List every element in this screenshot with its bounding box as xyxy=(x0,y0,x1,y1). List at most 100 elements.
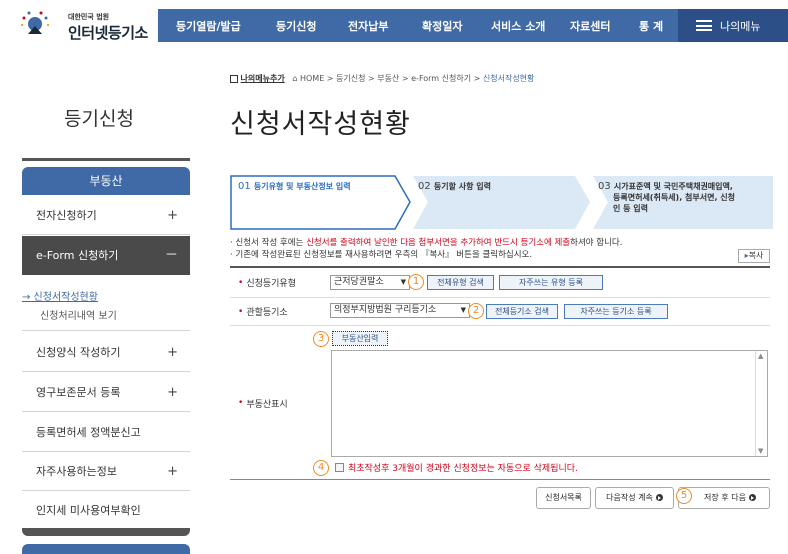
gnb-item-view[interactable]: 등기열람/발급 xyxy=(176,18,241,34)
marker-4: 4 xyxy=(313,460,329,476)
registration-type-select[interactable]: 근저당권말소 ▼ xyxy=(330,275,410,290)
step-2: 02 등기할 사항 입력 xyxy=(418,181,491,236)
application-list-button[interactable]: 신청서목록 xyxy=(536,487,591,509)
notice-line-2: · 기존에 작성완료된 신청정보를 재사용하려면 우측의 『복사』 버튼을 클릭… xyxy=(230,250,533,260)
scroll-down-icon: ▼ xyxy=(758,447,764,455)
form-label: • 관할등기소 xyxy=(230,298,325,325)
plus-icon: + xyxy=(167,208,178,223)
step-number: 03 xyxy=(598,181,611,192)
sidebar-item-form[interactable]: 신청양식 작성하기 + xyxy=(22,333,190,372)
gnb-item-date[interactable]: 확정일자 xyxy=(422,18,462,34)
gnb-item-stats[interactable]: 통 계 xyxy=(639,18,663,34)
my-menu-button[interactable]: 나의메뉴 xyxy=(678,9,788,42)
select-value: 의정부지방법원 구리등기소 xyxy=(334,305,437,315)
step-number: 01 xyxy=(238,181,251,192)
sidebar-divider xyxy=(22,158,190,161)
type-label: 신청등기유형 xyxy=(246,279,296,289)
logo-subtitle: 대한민국 법원 xyxy=(68,13,110,21)
sidebar-item-label: 신청양식 작성하기 xyxy=(36,346,121,359)
sidebar-bottom-bar xyxy=(22,528,190,536)
property-input-button[interactable]: 부동산입력 xyxy=(332,331,388,346)
my-menu-label: 나의메뉴 xyxy=(720,20,761,33)
property-textarea[interactable]: ▲ ▼ xyxy=(331,350,768,457)
notice-text: · 신청서 작성 후에는 xyxy=(230,238,307,248)
sidebar-sub-history[interactable]: 신청처리내역 보기 xyxy=(40,307,117,322)
sidebar-item-label: 영구보존문서 등록 xyxy=(36,386,121,399)
sidebar-title: 등기신청 xyxy=(64,108,134,130)
select-value: 근저당권말소 xyxy=(334,277,384,287)
office-label: 관할등기소 xyxy=(246,308,288,318)
auto-delete-checkbox[interactable] xyxy=(335,463,344,472)
property-label: 부동산표시 xyxy=(246,399,288,410)
copy-button[interactable]: ▸복사 xyxy=(738,249,770,263)
step-text: 인 등 입력 xyxy=(613,204,649,213)
add-favorite-link[interactable]: 나의메뉴추가 xyxy=(241,74,285,83)
form-label: • 부동산표시 xyxy=(230,326,325,480)
gnb-item-service[interactable]: 서비스 소개 xyxy=(491,18,545,34)
sidebar-submenu: → 신청서작성현황 신청처리내역 보기 xyxy=(22,276,190,331)
button-label: 다음작성 계속 xyxy=(606,493,653,502)
gnb-item-apply[interactable]: 등기신청 xyxy=(276,18,316,34)
sidebar-item-frequent[interactable]: 자주사용하는정보 + xyxy=(22,452,190,491)
sidebar-item-stamp-tax[interactable]: 인지세 미사용여부확인 xyxy=(22,491,190,530)
save-next-button[interactable]: 저장 후 다음 xyxy=(678,487,770,509)
type-search-button[interactable]: 전체유형 검색 xyxy=(427,275,494,290)
sidebar-item-label: e-Form 신청하기 xyxy=(36,249,119,262)
breadcrumb-current: 신청서작성현황 xyxy=(482,74,535,83)
breadcrumb-path: HOME > 등기신청 > 부동산 > e-Form 신청하기 > xyxy=(299,74,483,83)
step-text: 등록면허세(취득세), 첨부서면, 신청 xyxy=(613,193,735,202)
type-favorite-button[interactable]: 자주쓰는 유형 등록 xyxy=(499,275,603,290)
dropdown-arrow-icon: ▼ xyxy=(400,278,406,286)
step-text: 시가표준액 및 국민주택채권매입액, xyxy=(613,182,733,191)
scrollbar[interactable]: ▲ ▼ xyxy=(755,351,767,456)
site-logo[interactable]: 대한민국 법원 인터넷등기소 xyxy=(8,4,148,44)
office-favorite-button[interactable]: 자주쓰는 등기소 등록 xyxy=(564,304,668,319)
go-arrow-icon xyxy=(655,494,663,501)
marker-3: 3 xyxy=(313,331,329,347)
sidebar-item-label: 자주사용하는정보 xyxy=(36,465,117,478)
notice-text: 하셔야 합니다. xyxy=(570,238,623,248)
step-text: 등기할 사항 입력 xyxy=(433,182,492,191)
registry-office-select[interactable]: 의정부지방법원 구리등기소 ▼ xyxy=(330,303,470,318)
copy-label: 복사 xyxy=(748,251,764,260)
notice-highlight: 신청서를 출력하여 날인한 다음 첨부서면을 추가하여 반드시 등기소에 제출 xyxy=(306,238,571,248)
page-title: 신청서작성현황 xyxy=(230,109,411,140)
sidebar-section-head[interactable]: 부동산 xyxy=(22,167,190,195)
sidebar-item-license-tax[interactable]: 등록면허세 정액분신고 xyxy=(22,413,190,452)
sidebar-item-label: 전자신청하기 xyxy=(36,209,97,222)
sidebar-item-label: 인지세 미사용여부확인 xyxy=(36,504,141,517)
step-1: 01 등기유형 및 부동산정보 입력 xyxy=(238,181,351,236)
home-icon: ⌂ xyxy=(292,74,298,83)
marker-1: 1 xyxy=(408,274,424,290)
continue-later-button[interactable]: 다음작성 계속 xyxy=(595,487,674,509)
gnb-item-payment[interactable]: 전자납부 xyxy=(348,18,388,34)
button-label: 저장 후 다음 xyxy=(704,493,746,502)
notice-line-1: · 신청서 작성 후에는 신청서를 출력하여 날인한 다음 첨부서면을 추가하여… xyxy=(230,236,622,248)
step-indicator: 01 등기유형 및 부동산정보 입력 02 등기할 사항 입력 03 시가표준액… xyxy=(230,175,775,230)
required-mark: • xyxy=(238,306,244,317)
gnb-item-resources[interactable]: 자료센터 xyxy=(570,18,610,34)
breadcrumb: 나의메뉴추가 ⌂ HOME > 등기신청 > 부동산 > e-Form 신청하기… xyxy=(230,73,534,84)
auto-delete-label: 최초작성후 3개월이 경과한 신청정보는 자동으로 삭제됩니다. xyxy=(348,464,578,474)
sidebar-item-archive[interactable]: 영구보존문서 등록 + xyxy=(22,373,190,412)
sidebar-sub-status[interactable]: → 신청서작성현황 xyxy=(22,288,98,303)
plus-icon: + xyxy=(167,464,178,479)
sidebar-item-eform[interactable]: e-Form 신청하기 － xyxy=(22,236,190,275)
scroll-up-icon: ▲ xyxy=(758,352,764,360)
plus-icon: + xyxy=(167,345,178,360)
office-search-button[interactable]: 전체등기소 검색 xyxy=(486,304,558,319)
global-nav: 등기열람/발급 등기신청 전자납부 확정일자 서비스 소개 자료센터 통 계 나… xyxy=(158,9,788,42)
marker-2: 2 xyxy=(468,303,484,319)
sidebar-item-label: 등록면허세 정액분신고 xyxy=(36,426,141,439)
marker-5: 5 xyxy=(676,488,692,504)
checkbox-icon xyxy=(230,74,238,83)
hamburger-icon xyxy=(696,20,712,31)
go-arrow-icon xyxy=(748,494,756,501)
sidebar-next-section[interactable] xyxy=(22,544,190,554)
sidebar-item-e-apply[interactable]: 전자신청하기 + xyxy=(22,196,190,235)
required-mark: • xyxy=(238,398,244,408)
logo-title: 인터넷등기소 xyxy=(68,24,148,42)
court-emblem-icon xyxy=(20,11,50,34)
plus-icon: + xyxy=(167,385,178,400)
step-3: 03 시가표준액 및 국민주택채권매입액, 등록면허세(취득세), 첨부서면, … xyxy=(598,181,770,236)
